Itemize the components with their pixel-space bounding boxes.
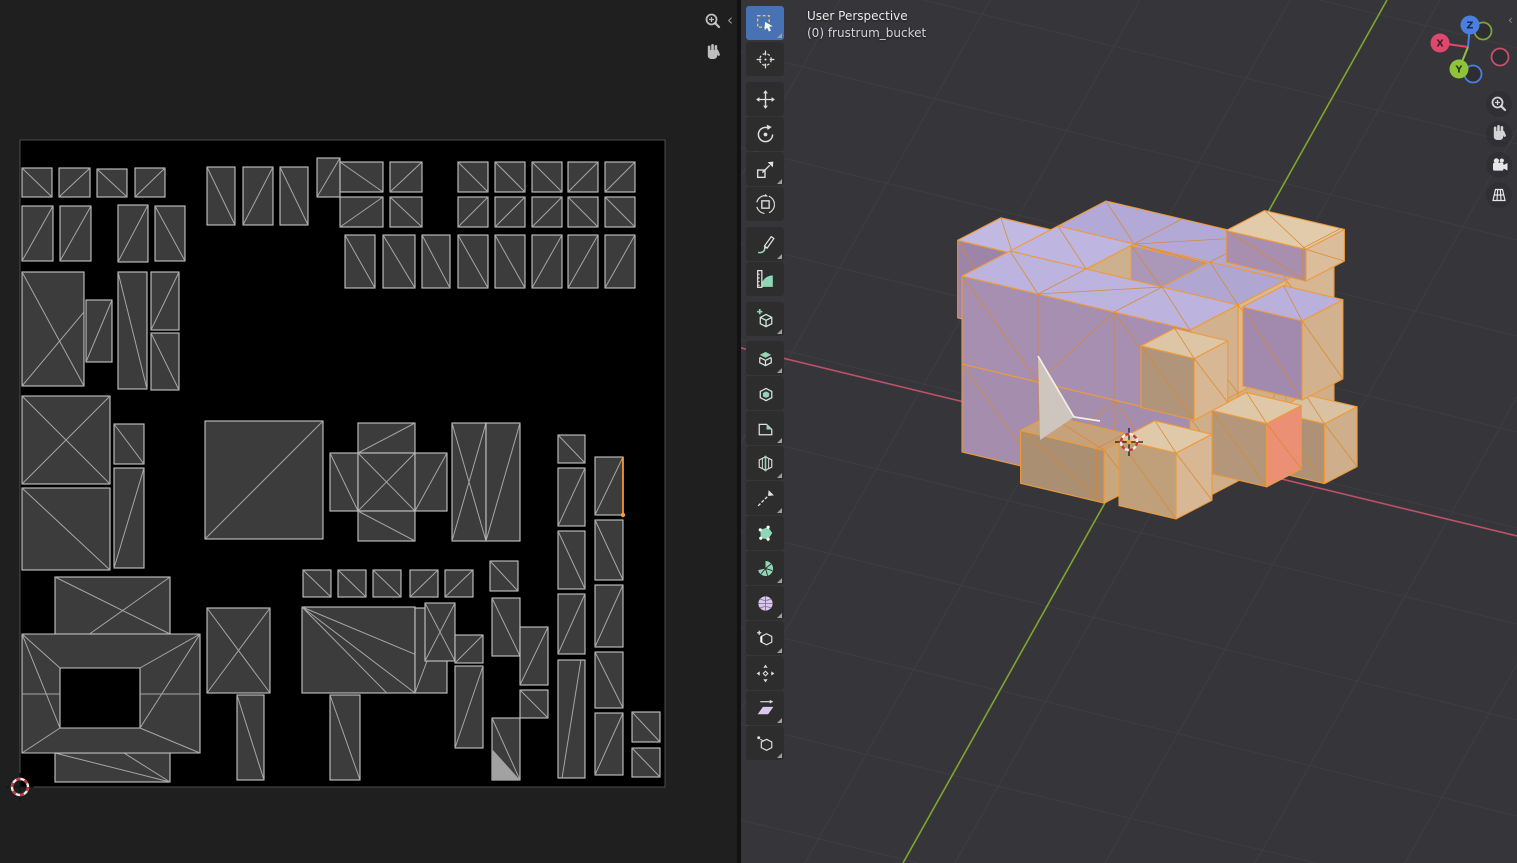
region-collapse-icon[interactable]: ‹ [1508,14,1513,26]
tool-extrude-region-button[interactable] [746,341,784,375]
tool-expand-corner [777,753,782,758]
tool-smooth-button[interactable] [746,586,784,620]
inset-faces-icon [754,382,777,405]
tool-expand-corner [777,254,782,259]
viewport-mode-label: User Perspective [807,9,908,23]
tool-expand-corner [777,368,782,373]
cursor-icon [754,48,777,71]
tool-bevel-button[interactable] [746,411,784,445]
tool-inset-faces-button[interactable] [746,376,784,410]
viewport-3d[interactable]: Z X Y User Perspective (0) frustrum_bucket… [741,0,1517,863]
region-collapse-icon[interactable]: ‹ [727,13,733,28]
tool-expand-corner [777,508,782,513]
svg-text:Z: Z [1467,20,1474,31]
tool-poly-build-button[interactable] [746,516,784,550]
bevel-icon [754,417,777,440]
gizmo-axis-negative[interactable] [1490,47,1510,67]
annotate-icon [754,233,777,256]
tool-expand-corner [777,473,782,478]
add-cube-icon [754,308,777,331]
scale-icon [754,158,777,181]
measure-icon [754,268,777,291]
tool-rotate-button[interactable] [746,117,784,151]
move-icon [754,88,777,111]
tool-select-box-button[interactable] [746,6,784,40]
shear-icon [754,697,777,720]
tool-knife-button[interactable] [746,481,784,515]
rip-region-icon [754,732,777,755]
tool-expand-corner [777,613,782,618]
tool-annotate-button[interactable] [746,227,784,261]
svg-text:Y: Y [1455,64,1463,75]
select-box-icon [754,12,777,35]
extrude-region-icon [754,347,777,370]
tool-spin-button[interactable] [746,551,784,585]
tool-edge-slide-button[interactable] [746,621,784,655]
uv-selected-vertex[interactable] [620,512,626,518]
tool-expand-corner [777,438,782,443]
blender-window: ‹ Z X Y User Perspective (0) frustrum_buck… [0,0,1517,863]
tool-expand-corner [777,718,782,723]
tool-expand-corner [777,578,782,583]
zoom-in-icon[interactable] [705,13,721,29]
poly-build-icon [754,522,777,545]
tool-shrink-fatten-button[interactable] [746,656,784,690]
pan-hand-icon[interactable] [707,44,721,59]
tool-move-button[interactable] [746,82,784,116]
rotate-icon [754,123,777,146]
spin-icon [754,557,777,580]
knife-icon [754,487,777,510]
svg-text:X: X [1436,38,1444,49]
tool-expand-corner [777,179,782,184]
tool-expand-corner [777,329,782,334]
smooth-icon [754,592,777,615]
uv-canvas[interactable] [0,0,737,863]
tool-rip-region-button[interactable] [746,726,784,760]
tool-add-cube-button[interactable] [746,302,784,336]
loop-cut-icon [754,452,777,475]
tool-expand-corner [777,648,782,653]
edge-slide-icon [754,627,777,650]
shrink-fatten-icon [754,662,777,685]
tool-expand-corner [777,33,782,38]
tool-transform-button[interactable] [746,187,784,221]
viewport-canvas[interactable]: Z X Y [741,0,1517,863]
tool-loop-cut-button[interactable] [746,446,784,480]
tool-cursor-button[interactable] [746,42,784,76]
tool-scale-button[interactable] [746,152,784,186]
tool-measure-button[interactable] [746,262,784,296]
tool-shear-button[interactable] [746,691,784,725]
uv-image-editor[interactable]: ‹ [0,0,737,863]
active-object-label: (0) frustrum_bucket [807,26,927,40]
transform-icon [754,193,777,216]
